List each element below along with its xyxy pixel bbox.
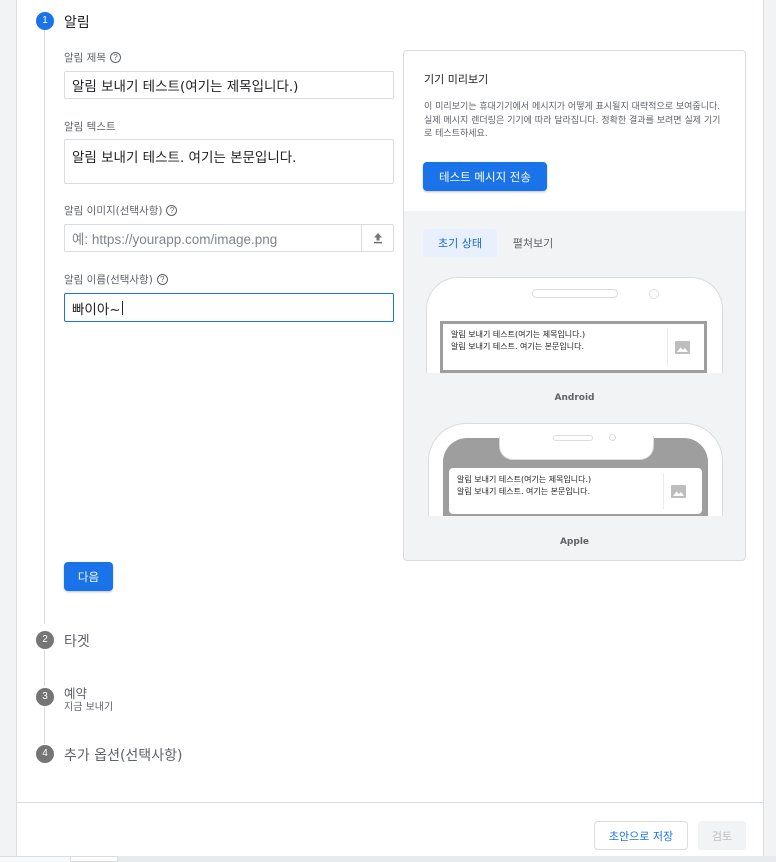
image-url-placeholder: 예: https://yourapp.com/image.png [72, 232, 278, 247]
title-label: 알림 제목 [64, 52, 106, 64]
text-caret [121, 300, 123, 315]
step-1-number: 1 [36, 12, 54, 30]
tab-initial-state[interactable]: 초기 상태 [423, 229, 497, 257]
android-notification-title: 알림 보내기 테스트(여기는 제목입니다.) [451, 330, 586, 339]
save-draft-button[interactable]: 초안으로 저장 [594, 821, 688, 850]
step-3-number: 3 [36, 688, 54, 706]
image-label-row: 알림 이미지(선택사항) ? [64, 203, 178, 218]
apple-notification-title: 알림 보내기 테스트(여기는 제목입니다.) [457, 475, 592, 484]
footer-divider [17, 802, 763, 803]
bottom-scrollbar [0, 856, 776, 862]
android-speaker [532, 289, 618, 298]
image-placeholder-icon [663, 473, 693, 509]
text-label-row: 알림 텍스트 [64, 119, 116, 134]
upload-button[interactable] [361, 224, 394, 252]
android-notification: 알림 보내기 테스트(여기는 제목입니다.) 알림 보내기 테스트. 여기는 본… [440, 321, 707, 373]
apple-speaker [553, 435, 593, 441]
preview-title: 기기 미리보기 [424, 73, 489, 86]
apple-label: Apple [559, 537, 590, 547]
help-icon[interactable]: ? [156, 274, 168, 285]
text-input[interactable]: 알림 보내기 테스트. 여기는 본문입니다. [64, 139, 394, 184]
preview-description: 이 미리보기는 휴대기기에서 메시지가 어떻게 표시될지 대략적으로 보여줍니다… [424, 102, 721, 139]
name-label-row: 알림 이름(선택사항) ? [64, 272, 168, 287]
step-4-number: 4 [36, 745, 54, 763]
text-label: 알림 텍스트 [64, 121, 116, 133]
image-label: 알림 이미지(선택사항) [64, 205, 163, 217]
tab-expanded[interactable]: 펼쳐보기 [502, 229, 564, 257]
android-camera [649, 289, 659, 299]
step-connector [44, 30, 45, 624]
text-input-value: 알림 보내기 테스트. 여기는 본문입니다. [72, 150, 297, 166]
apple-device-mock: 알림 보내기 테스트(여기는 제목입니다.) 알림 보내기 테스트. 여기는 본… [428, 423, 723, 516]
name-input-value: 빠이아~ [72, 301, 121, 318]
name-label: 알림 이름(선택사항) [64, 274, 153, 286]
upload-icon [373, 233, 382, 244]
device-preview-panel: 기기 미리보기 이 미리보기는 휴대기기에서 메시지가 어떻게 표시될지 대략적… [403, 50, 746, 561]
apple-camera [609, 434, 616, 441]
android-label: Android [554, 393, 595, 403]
bottom-tab-area [0, 856, 70, 862]
step-3-subtitle: 지금 보내기 [64, 702, 114, 713]
image-placeholder-icon [667, 328, 697, 366]
step-2-number: 2 [36, 631, 54, 649]
name-input[interactable]: 빠이아~ [64, 293, 394, 322]
help-icon[interactable]: ? [109, 52, 121, 63]
step-connector [44, 650, 45, 686]
step-1-title[interactable]: 알림 [64, 12, 90, 32]
title-input-value: 알림 보내기 테스트(여기는 제목입니다.) [72, 79, 299, 95]
bottom-tab [70, 856, 118, 862]
apple-notification: 알림 보내기 테스트(여기는 제목입니다.) 알림 보내기 테스트. 여기는 본… [449, 468, 702, 514]
help-icon[interactable]: ? [166, 205, 178, 216]
android-notification-body: 알림 보내기 테스트. 여기는 본문입니다. [451, 342, 585, 351]
apple-notification-body: 알림 보내기 테스트. 여기는 본문입니다. [457, 487, 591, 496]
next-button[interactable]: 다음 [64, 562, 113, 591]
step-2-title[interactable]: 타겟 [64, 631, 90, 651]
android-device-mock: 알림 보내기 테스트(여기는 제목입니다.) 알림 보내기 테스트. 여기는 본… [426, 277, 723, 373]
step-4-title[interactable]: 추가 옵션(선택사항) [64, 745, 182, 765]
image-url-input[interactable]: 예: https://yourapp.com/image.png [64, 224, 362, 252]
step-connector [44, 706, 45, 744]
review-button[interactable]: 검토 [698, 821, 746, 850]
send-test-message-button[interactable]: 테스트 메시지 전송 [423, 162, 547, 191]
title-input[interactable]: 알림 보내기 테스트(여기는 제목입니다.) [64, 71, 394, 99]
title-label-row: 알림 제목 ? [64, 50, 121, 65]
